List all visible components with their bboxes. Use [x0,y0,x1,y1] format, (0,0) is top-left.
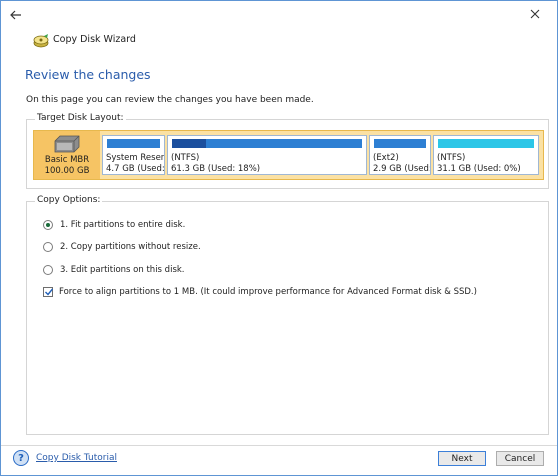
align-checkbox-label: Force to align partitions to 1 MB. (It c… [59,287,477,297]
disk-map[interactable]: Basic MBR 100.00 GB System Reserv 4.7 GB… [33,130,544,180]
radio-fit-partitions[interactable] [43,220,53,230]
option-label: 2. Copy partitions without resize. [60,242,201,252]
option-label: 1. Fit partitions to entire disk. [60,220,186,230]
hard-disk-icon [54,135,80,153]
partition-usage-bar [374,139,426,148]
align-checkbox[interactable] [43,287,54,297]
disk-size: 100.00 GB [44,166,90,176]
wizard-window: Copy Disk Wizard Review the changes On t… [0,0,558,476]
partition-block[interactable]: (NTFS) 61.3 GB (Used: 18%) [167,135,367,175]
partition-usage-fill [172,139,207,148]
partition-block[interactable]: (NTFS) 31.1 GB (Used: 0%) [433,135,539,175]
partition-info: 2.9 GB (Used: [373,164,431,174]
help-link[interactable]: Copy Disk Tutorial [36,453,117,463]
close-button[interactable] [524,5,546,23]
next-button[interactable]: Next [438,451,486,466]
partition-usage-bar [172,139,362,148]
radio-edit-partitions[interactable] [43,265,53,275]
footer-divider [1,445,557,446]
disk-summary[interactable]: Basic MBR 100.00 GB [34,131,100,179]
option-label: 3. Edit partitions on this disk. [60,265,185,275]
back-arrow-icon [10,10,21,20]
partition-name: (Ext2) [373,153,399,163]
partition-name: (NTFS) [171,153,200,163]
partition-usage-bar [438,139,534,148]
back-button[interactable] [8,7,24,23]
copy-options-label: Copy Options: [35,195,103,205]
page-description: On this page you can review the changes … [26,95,314,105]
radio-copy-without-resize[interactable] [43,242,53,252]
option-fit-partitions[interactable]: 1. Fit partitions to entire disk. [43,220,185,230]
partition-block[interactable]: System Reserv 4.7 GB (Used: [102,135,165,175]
partition-name: (NTFS) [437,153,466,163]
partition-info: 31.1 GB (Used: 0%) [437,164,521,174]
cancel-button[interactable]: Cancel [496,451,544,466]
title-bar: Copy Disk Wizard [1,1,557,48]
partition-usage-bar [107,139,160,148]
partition-info: 61.3 GB (Used: 18%) [171,164,261,174]
page-heading: Review the changes [25,67,151,82]
checkmark-icon [45,288,54,296]
partition-info: 4.7 GB (Used: [106,164,165,174]
window-title: Copy Disk Wizard [53,34,136,45]
disk-type: Basic MBR [44,155,90,165]
option-edit-partitions[interactable]: 3. Edit partitions on this disk. [43,265,185,275]
partition-name: System Reserv [106,153,165,163]
close-icon [530,9,540,19]
target-disk-layout-label: Target Disk Layout: [35,113,126,123]
option-align-partitions[interactable]: Force to align partitions to 1 MB. (It c… [43,287,477,297]
partition-block[interactable]: (Ext2) 2.9 GB (Used: [369,135,431,175]
help-icon[interactable]: ? [13,450,29,466]
copy-disk-icon [33,34,49,50]
option-copy-without-resize[interactable]: 2. Copy partitions without resize. [43,242,201,252]
copy-options-group: Copy Options: 1. Fit partitions to entir… [26,195,549,435]
target-disk-layout-group: Target Disk Layout: Basic MBR 100.00 GB … [26,113,549,189]
